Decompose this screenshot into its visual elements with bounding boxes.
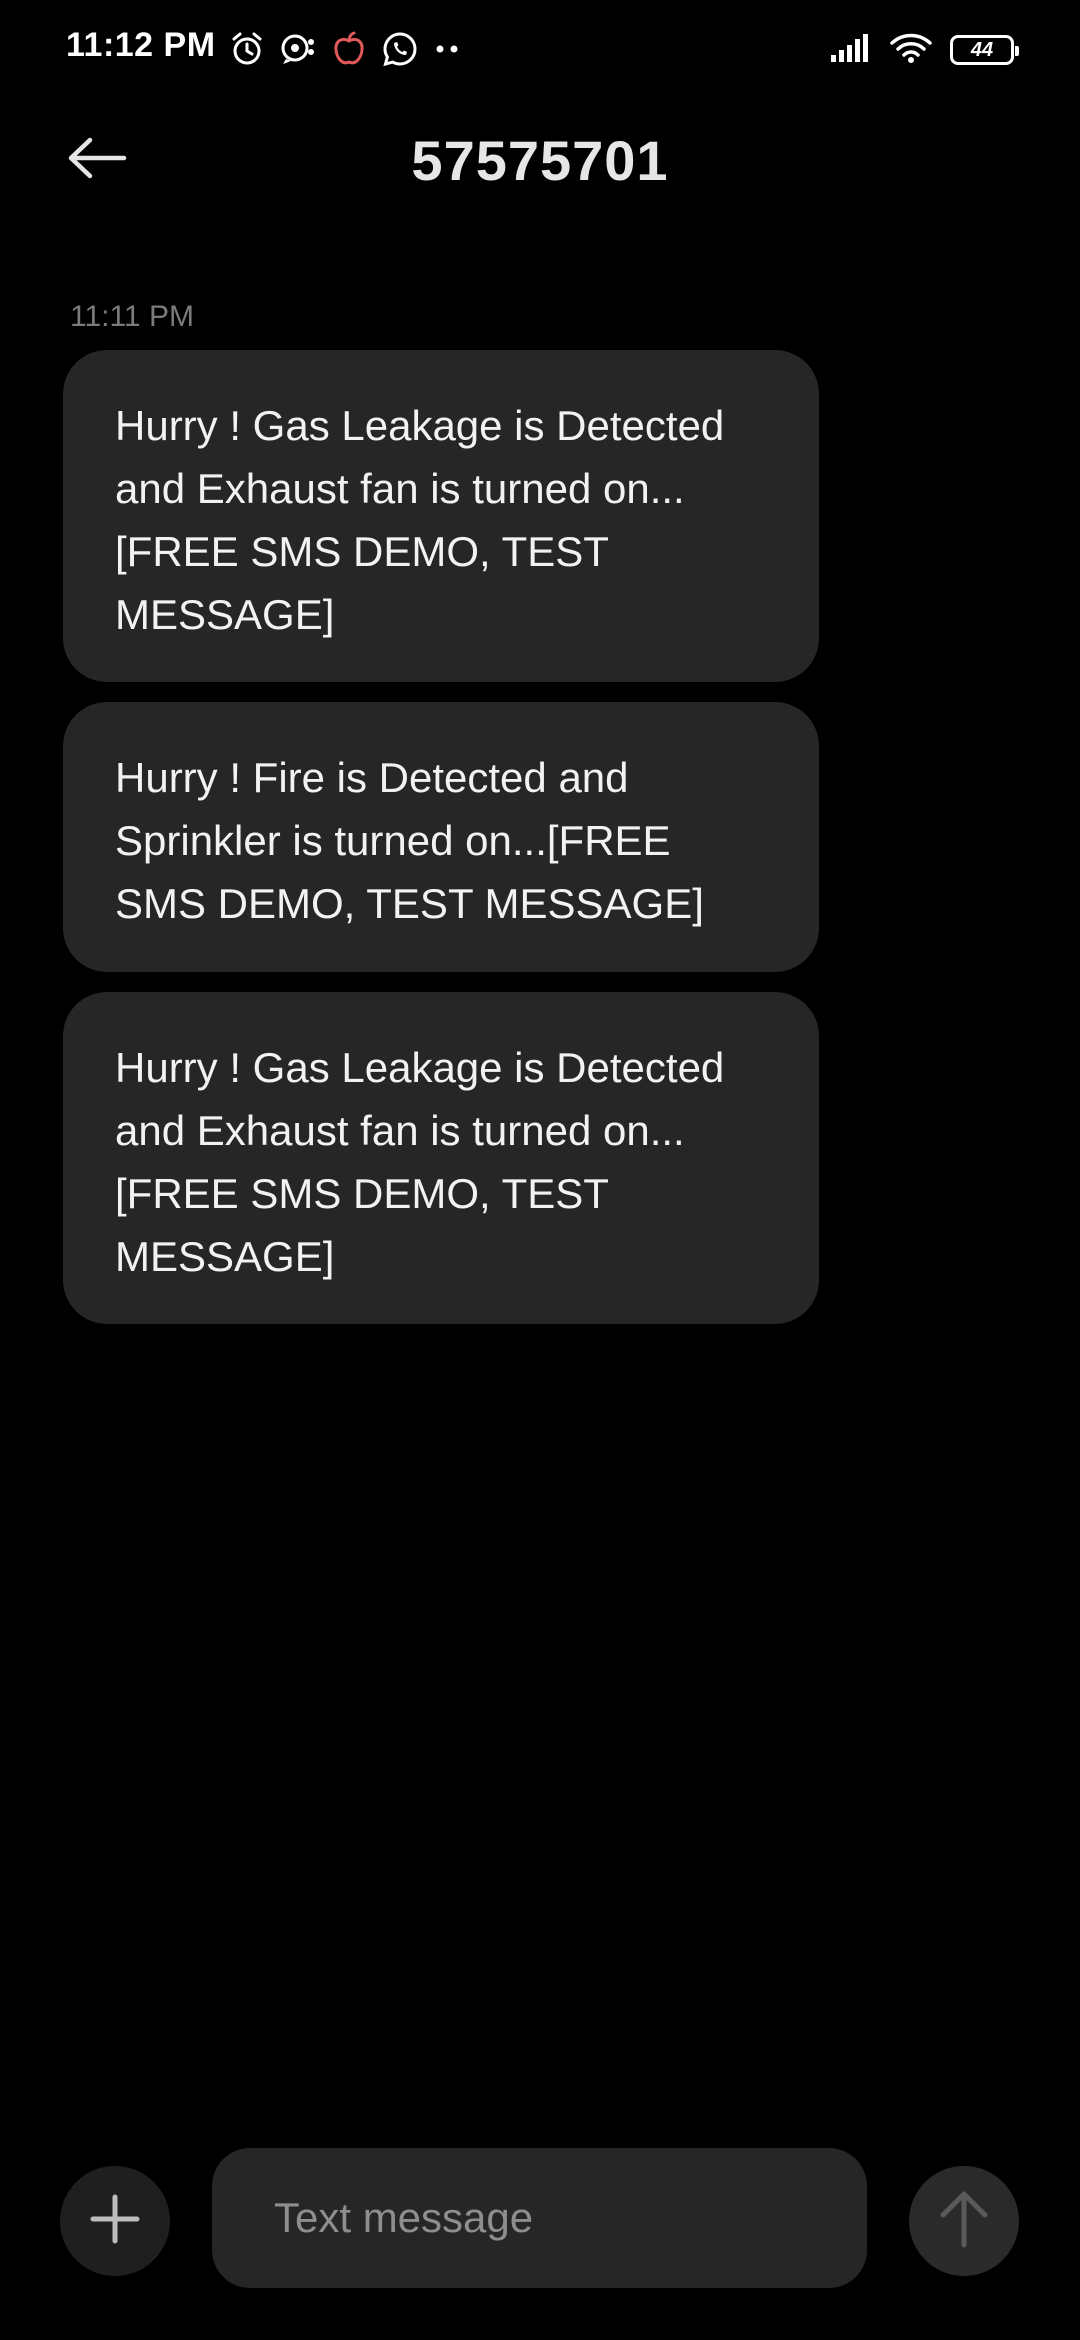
alarm-icon	[230, 31, 264, 67]
message-bubble[interactable]: Hurry ! Fire is Detected and Sprinkler i…	[63, 702, 819, 972]
wifi-icon	[890, 32, 932, 69]
system-icons: 44	[830, 30, 1019, 70]
send-button[interactable]	[909, 2166, 1019, 2276]
battery-icon: 44	[950, 35, 1019, 65]
more-dots-icon	[434, 43, 460, 55]
conversation-header: 57575701	[0, 110, 1080, 210]
message-timestamp: 11:11 PM	[70, 300, 194, 333]
add-attachment-button[interactable]	[60, 2166, 170, 2276]
message-bubble[interactable]: Hurry ! Gas Leakage is Detected and Exha…	[63, 350, 819, 682]
contact-title[interactable]: 57575701	[0, 128, 1080, 193]
battery-level: 44	[970, 39, 994, 61]
signal-icon	[830, 33, 872, 68]
chat-bubble-icon	[280, 32, 316, 66]
notification-icons	[230, 28, 460, 70]
message-composer	[0, 2148, 1080, 2288]
plus-icon	[90, 2194, 140, 2249]
arrow-up-icon	[938, 2189, 990, 2254]
apple-icon	[332, 31, 366, 67]
message-input[interactable]	[212, 2148, 867, 2288]
whatsapp-icon	[382, 31, 418, 67]
status-bar: 11:12 PM 44	[0, 0, 1080, 100]
message-bubble[interactable]: Hurry ! Gas Leakage is Detected and Exha…	[63, 992, 819, 1324]
status-time: 11:12 PM	[66, 26, 216, 64]
